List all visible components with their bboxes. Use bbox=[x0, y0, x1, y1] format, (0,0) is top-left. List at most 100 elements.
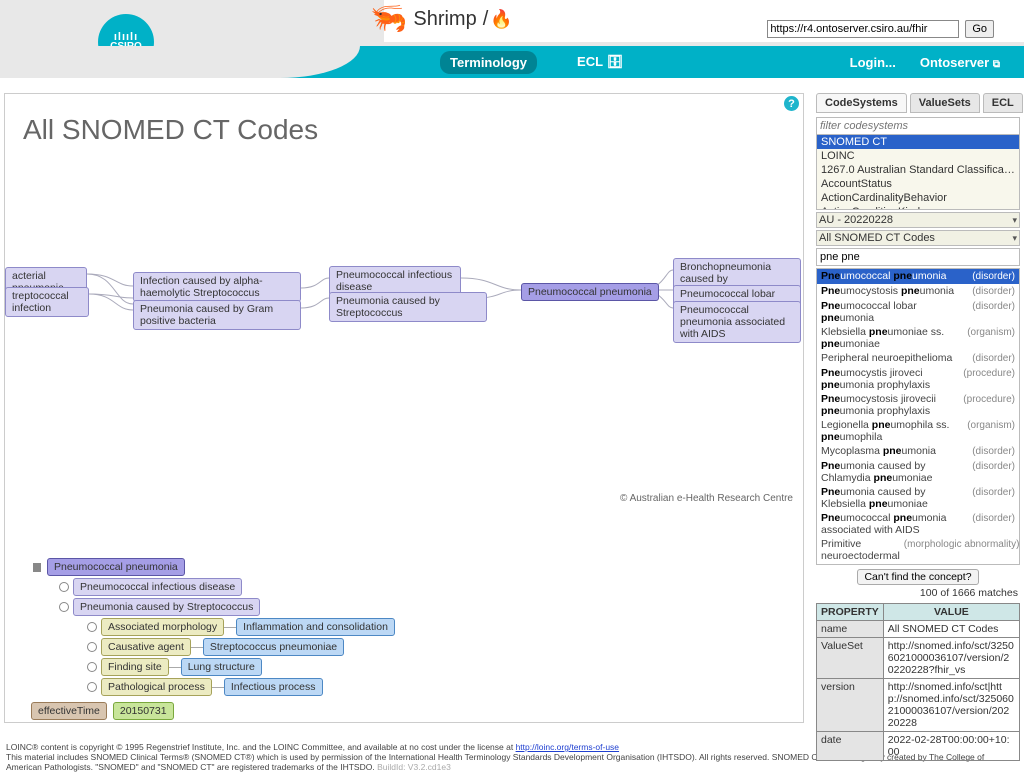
result-type: (procedure) bbox=[963, 368, 1015, 380]
tab-ecl[interactable]: ECL bbox=[983, 93, 1023, 113]
rel-key-chip[interactable]: Causative agent bbox=[101, 638, 191, 656]
result-row[interactable]: Pneumocystosis pneumonia(disorder) bbox=[817, 284, 1019, 299]
rel-key-chip[interactable]: Associated morphology bbox=[101, 618, 224, 636]
prop-header-key: PROPERTY bbox=[817, 604, 884, 621]
codesystem-item[interactable]: ActionConditionKind bbox=[817, 205, 1019, 210]
nav-login[interactable]: Login... bbox=[850, 55, 896, 70]
result-label: Klebsiella pneumoniae ss. pneumoniae bbox=[821, 326, 963, 350]
rel-key-chip[interactable]: Finding site bbox=[101, 658, 169, 676]
graph-node[interactable]: Pneumonia caused by Streptococcus bbox=[329, 292, 487, 322]
tree-bullet-icon[interactable] bbox=[87, 642, 97, 652]
rel-val-chip[interactable]: Infectious process bbox=[224, 678, 323, 696]
server-url-input[interactable] bbox=[767, 20, 959, 38]
result-row[interactable]: Peripheral neuroepithelioma(disorder) bbox=[817, 351, 1019, 366]
result-row[interactable]: Pneumocystosis jirovecii pneumonia proph… bbox=[817, 392, 1019, 418]
result-row[interactable]: Pneumococcal pneumonia associated with A… bbox=[817, 511, 1019, 537]
prop-val: http://snomed.info/sct/32506021000036107… bbox=[883, 638, 1019, 679]
tree-root-icon[interactable] bbox=[33, 566, 41, 569]
result-row[interactable]: Pneumonia caused by Chlamydia pneumoniae… bbox=[817, 459, 1019, 485]
prop-val: All SNOMED CT Codes bbox=[883, 621, 1019, 638]
rel-val-chip[interactable]: Inflammation and consolidation bbox=[236, 618, 395, 636]
help-icon[interactable]: ? bbox=[784, 96, 799, 111]
tree-chip[interactable]: Pneumonia caused by Streptococcus bbox=[73, 598, 260, 616]
footer-loinc-text: LOINC® content is copyright © 1995 Regen… bbox=[6, 742, 516, 752]
codesystem-item[interactable]: ActionCardinalityBehavior bbox=[817, 191, 1019, 205]
top-bar: ılıılı CSIRO 🦐 Shrimp / 🔥 Go Terminology… bbox=[0, 0, 1024, 78]
result-label: Pneumococcal pneumonia bbox=[821, 270, 947, 282]
result-type: (disorder) bbox=[972, 487, 1015, 499]
codesystem-list[interactable]: SNOMED CTLOINC1267.0 Australian Standard… bbox=[816, 135, 1020, 210]
app-name: Shrimp bbox=[413, 8, 476, 31]
nav-swoosh-bg bbox=[0, 46, 360, 78]
result-type: (disorder) bbox=[972, 446, 1015, 458]
result-row[interactable]: Pneumonia caused by Klebsiella pneumonia… bbox=[817, 485, 1019, 511]
tree-bullet-icon[interactable] bbox=[87, 622, 97, 632]
nav-items-left: Terminology ECL 🗄 bbox=[440, 46, 633, 78]
rel-val-chip[interactable]: Streptococcus pneumoniae bbox=[203, 638, 344, 656]
codesystem-item[interactable]: LOINC bbox=[817, 149, 1019, 163]
external-link-icon: ⧉ bbox=[993, 59, 1000, 70]
codesystem-item[interactable]: 1267.0 Australian Standard Classificatio… bbox=[817, 163, 1019, 177]
rel-key-chip[interactable]: Pathological process bbox=[101, 678, 212, 696]
result-row[interactable]: Pneumocystis jiroveci pneumonia prophyla… bbox=[817, 366, 1019, 392]
codesystem-item[interactable]: SNOMED CT bbox=[817, 135, 1019, 149]
result-label: Legionella pneumophila ss. pneumophila bbox=[821, 419, 963, 443]
right-tabs: CodeSystems ValueSets ECL bbox=[816, 93, 1020, 113]
footer-buildid: BuildId: V3.2.cd1e3 bbox=[377, 762, 451, 772]
cant-find-button[interactable]: Can't find the concept? bbox=[857, 569, 978, 585]
concept-search-input[interactable] bbox=[816, 248, 1020, 266]
graph-area[interactable]: acterial pneumonia treptococcal infectio… bbox=[5, 244, 804, 384]
match-count: 100 of 1666 matches bbox=[816, 587, 1018, 599]
nav-terminology[interactable]: Terminology bbox=[440, 51, 537, 74]
logo-dots-icon: ılıılı bbox=[114, 33, 138, 41]
result-row[interactable]: Klebsiella pneumoniae ss. pneumoniae (org… bbox=[817, 325, 1019, 351]
meta-key-chip[interactable]: effectiveTime bbox=[31, 702, 107, 720]
result-type: (disorder) bbox=[972, 461, 1015, 473]
page-title: All SNOMED CT Codes bbox=[23, 114, 318, 146]
version-select[interactable]: AU - 20220228▾ bbox=[816, 212, 1020, 228]
result-label: Primitive neuroectodermal tumour bbox=[821, 538, 900, 565]
result-type: (disorder) bbox=[972, 301, 1015, 313]
filter-codesystems-input[interactable] bbox=[816, 117, 1020, 135]
valueset-select[interactable]: All SNOMED CT Codes▾ bbox=[816, 230, 1020, 246]
tree-root-chip[interactable]: Pneumococcal pneumonia bbox=[47, 558, 185, 576]
result-row[interactable]: Legionella pneumophila ss. pneumophila(o… bbox=[817, 418, 1019, 444]
property-table: PROPERTYVALUE nameAll SNOMED CT Codes Va… bbox=[816, 603, 1020, 761]
graph-node[interactable]: Pneumonia caused by Gram positive bacter… bbox=[133, 300, 301, 330]
graph-node-selected[interactable]: Pneumococcal pneumonia bbox=[521, 283, 659, 301]
tree-bullet-icon[interactable] bbox=[87, 682, 97, 692]
tab-codesystems[interactable]: CodeSystems bbox=[816, 93, 907, 113]
tree-bullet-icon[interactable] bbox=[59, 602, 69, 612]
app-brand[interactable]: 🦐 Shrimp / 🔥 bbox=[370, 4, 513, 34]
result-row[interactable]: Primitive neuroectodermal tumour (morphol… bbox=[817, 537, 1019, 565]
prop-val: http://snomed.info/sct|http://snomed.inf… bbox=[883, 679, 1019, 732]
nav-ecl[interactable]: ECL 🗄 bbox=[567, 50, 633, 74]
app-suffix: / bbox=[483, 8, 489, 31]
rel-val-chip[interactable]: Lung structure bbox=[181, 658, 262, 676]
prop-header-value: VALUE bbox=[883, 604, 1019, 621]
graph-node[interactable]: Pneumococcal pneumonia associated with A… bbox=[673, 301, 801, 343]
tab-valuesets[interactable]: ValueSets bbox=[910, 93, 980, 113]
nav-ontoserver[interactable]: Ontoserver ⧉ bbox=[920, 55, 1000, 70]
nav-items-right: Login... Ontoserver ⧉ bbox=[850, 46, 1000, 78]
results-list[interactable]: Pneumococcal pneumonia(disorder)Pneumocy… bbox=[816, 268, 1020, 565]
cant-find-block: Can't find the concept? bbox=[816, 569, 1020, 585]
briefcase-icon: 🗄 bbox=[606, 54, 623, 69]
codesystem-item[interactable]: AccountStatus bbox=[817, 177, 1019, 191]
result-row[interactable]: Pneumococcal lobar pneumonia(disorder) bbox=[817, 299, 1019, 325]
go-button[interactable]: Go bbox=[965, 20, 994, 38]
graph-node[interactable]: treptococcal infection bbox=[5, 287, 89, 317]
result-type: (organism) bbox=[967, 327, 1015, 339]
footer-loinc-link[interactable]: http://loinc.org/terms-of-use bbox=[516, 742, 619, 752]
result-type: (morphologic abnormality) bbox=[904, 539, 1020, 551]
tree-chip[interactable]: Pneumococcal infectious disease bbox=[73, 578, 242, 596]
detail-tree: Pneumococcal pneumonia Pneumococcal infe… bbox=[31, 556, 395, 698]
tree-bullet-icon[interactable] bbox=[87, 662, 97, 672]
tree-bullet-icon[interactable] bbox=[59, 582, 69, 592]
result-row[interactable]: Pneumococcal pneumonia(disorder) bbox=[817, 269, 1019, 284]
meta-val-chip[interactable]: 20150731 bbox=[113, 702, 174, 720]
result-label: Pneumonia caused by Chlamydia pneumoniae bbox=[821, 460, 968, 484]
nav-band: Terminology ECL 🗄 Login... Ontoserver ⧉ bbox=[0, 46, 1024, 78]
result-row[interactable]: Mycoplasma pneumonia(disorder) bbox=[817, 444, 1019, 459]
graph-node[interactable]: Infection caused by alpha-haemolytic Str… bbox=[133, 272, 301, 302]
